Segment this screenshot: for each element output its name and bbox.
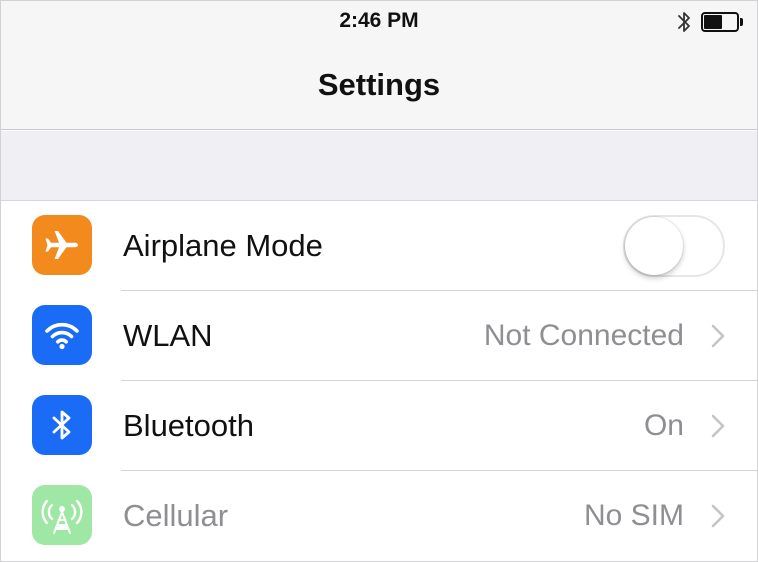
chevron-right-icon bbox=[711, 324, 725, 348]
airplane-mode-row[interactable]: Airplane Mode bbox=[1, 201, 757, 291]
row-value: No SIM bbox=[583, 499, 684, 532]
settings-list: Airplane Mode WLAN Not Connected Bluetoo… bbox=[1, 201, 757, 561]
wlan-row[interactable]: WLAN Not Connected bbox=[1, 291, 757, 381]
chevron-right-icon bbox=[711, 414, 725, 438]
status-time: 2:46 PM bbox=[339, 9, 419, 32]
bluetooth-row[interactable]: Bluetooth On bbox=[1, 381, 757, 471]
row-value: Not Connected bbox=[483, 319, 684, 352]
page-title: Settings bbox=[317, 67, 441, 102]
battery-icon bbox=[701, 12, 743, 32]
top-bar: 2:46 PM Settings bbox=[1, 1, 757, 130]
airplane-mode-toggle[interactable] bbox=[623, 215, 725, 277]
status-icons bbox=[677, 9, 743, 35]
row-value: On bbox=[643, 409, 684, 442]
chevron-right-icon bbox=[711, 504, 725, 528]
row-label: Airplane Mode bbox=[123, 228, 323, 263]
airplane-icon bbox=[32, 215, 92, 275]
row-label: Bluetooth bbox=[123, 408, 254, 443]
bluetooth-icon bbox=[32, 395, 92, 455]
settings-screen: 2:46 PM Settings Airplane Mode WLAN Not … bbox=[0, 0, 758, 562]
cellular-antenna-icon bbox=[32, 485, 92, 545]
wifi-icon bbox=[32, 305, 92, 365]
section-spacer bbox=[1, 131, 757, 201]
toggle-knob bbox=[625, 217, 683, 275]
row-label: Cellular bbox=[123, 498, 229, 533]
cellular-row[interactable]: Cellular No SIM bbox=[1, 471, 757, 561]
row-label: WLAN bbox=[123, 318, 213, 353]
bluetooth-icon bbox=[677, 10, 691, 34]
